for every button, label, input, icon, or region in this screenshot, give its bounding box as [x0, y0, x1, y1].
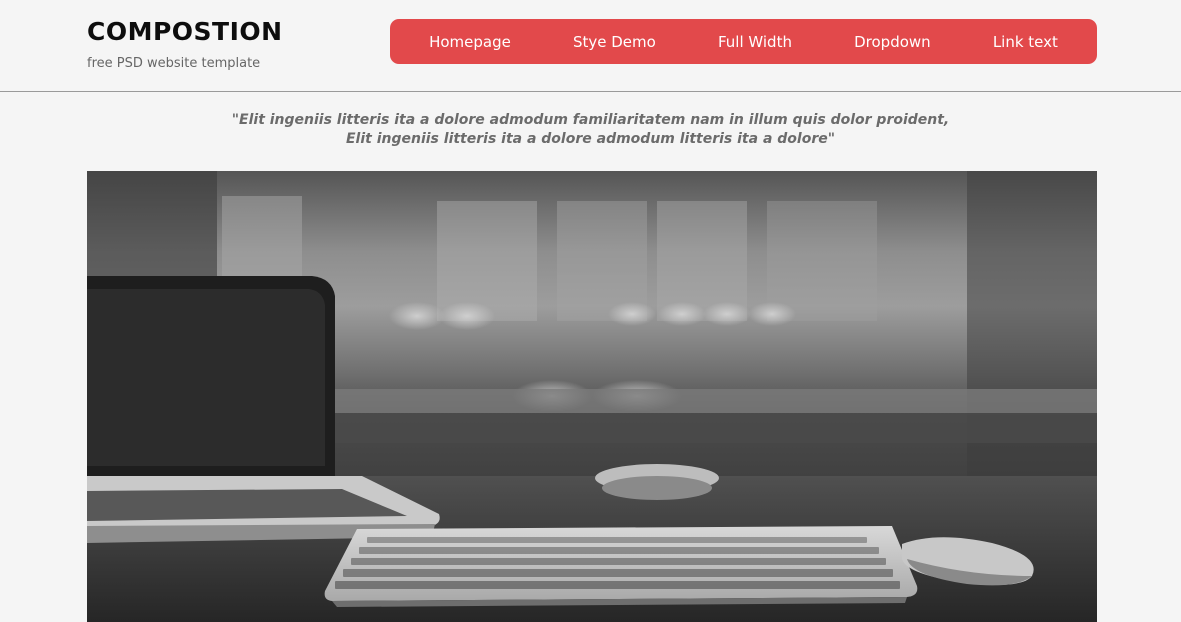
hero-desk-photo — [87, 171, 1097, 622]
site-tagline: free PSD website template — [87, 56, 261, 71]
nav-item-homepage[interactable]: Homepage — [429, 33, 511, 51]
quote-line-1: "Elit ingeniis litteris ita a dolore adm… — [231, 112, 950, 128]
quote-line-2: Elit ingeniis litteris ita a dolore admo… — [345, 131, 836, 147]
hero-image — [87, 171, 1097, 622]
nav-item-style-demo[interactable]: Stye Demo — [573, 33, 656, 51]
main-nav: Homepage Stye Demo Full Width Dropdown L… — [390, 19, 1097, 64]
intro-quote: "Elit ingeniis litteris ita a dolore adm… — [0, 111, 1181, 149]
site-header: COMPOSTION free PSD website template Hom… — [0, 0, 1181, 91]
site-title[interactable]: COMPOSTION — [87, 17, 283, 46]
nav-item-link-text[interactable]: Link text — [993, 33, 1058, 51]
nav-item-full-width[interactable]: Full Width — [718, 33, 792, 51]
header-divider — [0, 91, 1181, 92]
nav-item-dropdown[interactable]: Dropdown — [854, 33, 931, 51]
